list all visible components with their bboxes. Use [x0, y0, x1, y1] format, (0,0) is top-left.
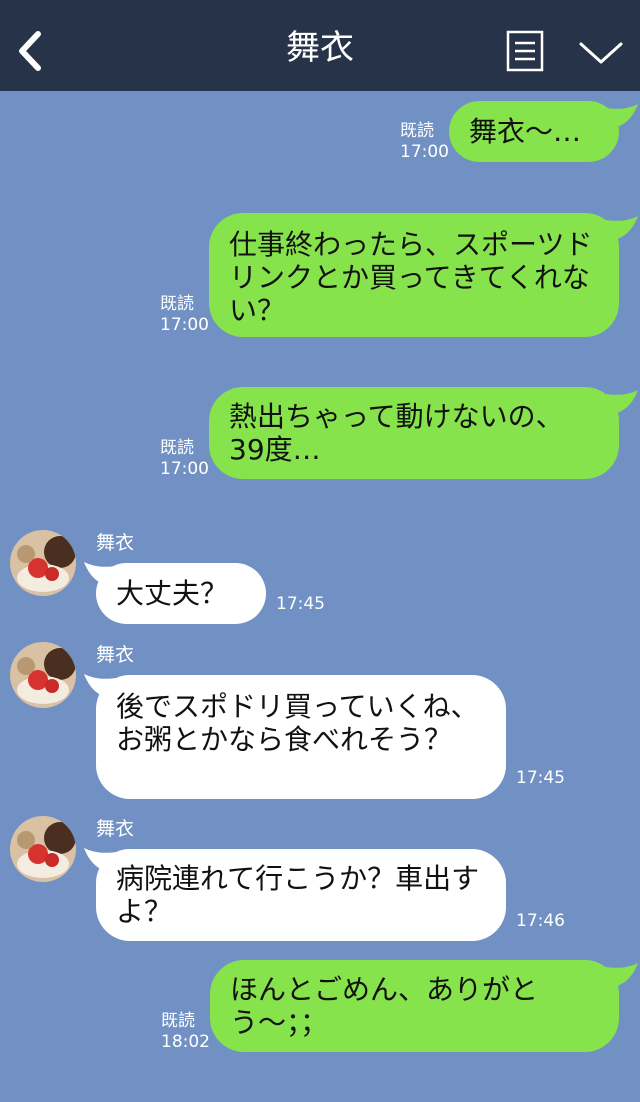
- message-time: 17:45: [276, 594, 325, 614]
- sender-name: 舞衣: [96, 644, 135, 666]
- message-bubble[interactable]: 大丈夫？: [96, 563, 266, 624]
- avatar[interactable]: [10, 642, 76, 708]
- list-icon[interactable]: [506, 30, 544, 72]
- message-time: 17:00: [160, 315, 209, 335]
- avatar[interactable]: [10, 530, 76, 596]
- message-time: 17:00: [160, 459, 209, 479]
- bubble-tail: [606, 963, 638, 987]
- chat-header: 舞衣: [0, 0, 640, 91]
- message-bubble[interactable]: 舞衣〜…: [449, 101, 619, 162]
- avatar[interactable]: [10, 816, 76, 882]
- read-status: 既読: [160, 438, 194, 458]
- message-bubble[interactable]: 熱出ちゃって動けないの、39度…: [209, 387, 619, 479]
- sender-name: 舞衣: [96, 532, 135, 554]
- message-time: 17:00: [400, 142, 449, 162]
- message-bubble[interactable]: 後でスポドリ買っていくね、お粥とかなら食べれそう？: [96, 675, 506, 799]
- sender-name: 舞衣: [96, 818, 135, 840]
- message-bubble[interactable]: ほんとごめん、ありがとう〜；；: [210, 960, 619, 1052]
- read-status: 既読: [161, 1011, 195, 1031]
- chevron-down-icon[interactable]: [578, 38, 624, 68]
- cake-avatar-image: [10, 530, 76, 596]
- cake-avatar-image: [10, 816, 76, 882]
- bubble-tail: [606, 390, 638, 414]
- bubble-tail: [606, 216, 638, 240]
- read-status: 既読: [400, 121, 434, 141]
- message-time: 18:02: [161, 1032, 210, 1052]
- cake-avatar-image: [10, 642, 76, 708]
- read-status: 既読: [160, 294, 194, 314]
- message-bubble[interactable]: 仕事終わったら、スポーツドリンクとか買ってきてくれない？: [209, 213, 619, 337]
- chat-title: 舞衣: [286, 28, 354, 68]
- message-time: 17:45: [516, 768, 565, 788]
- message-bubble[interactable]: 病院連れて行こうか？車出すよ？: [96, 849, 506, 941]
- bubble-tail: [606, 104, 638, 128]
- message-time: 17:46: [516, 911, 565, 931]
